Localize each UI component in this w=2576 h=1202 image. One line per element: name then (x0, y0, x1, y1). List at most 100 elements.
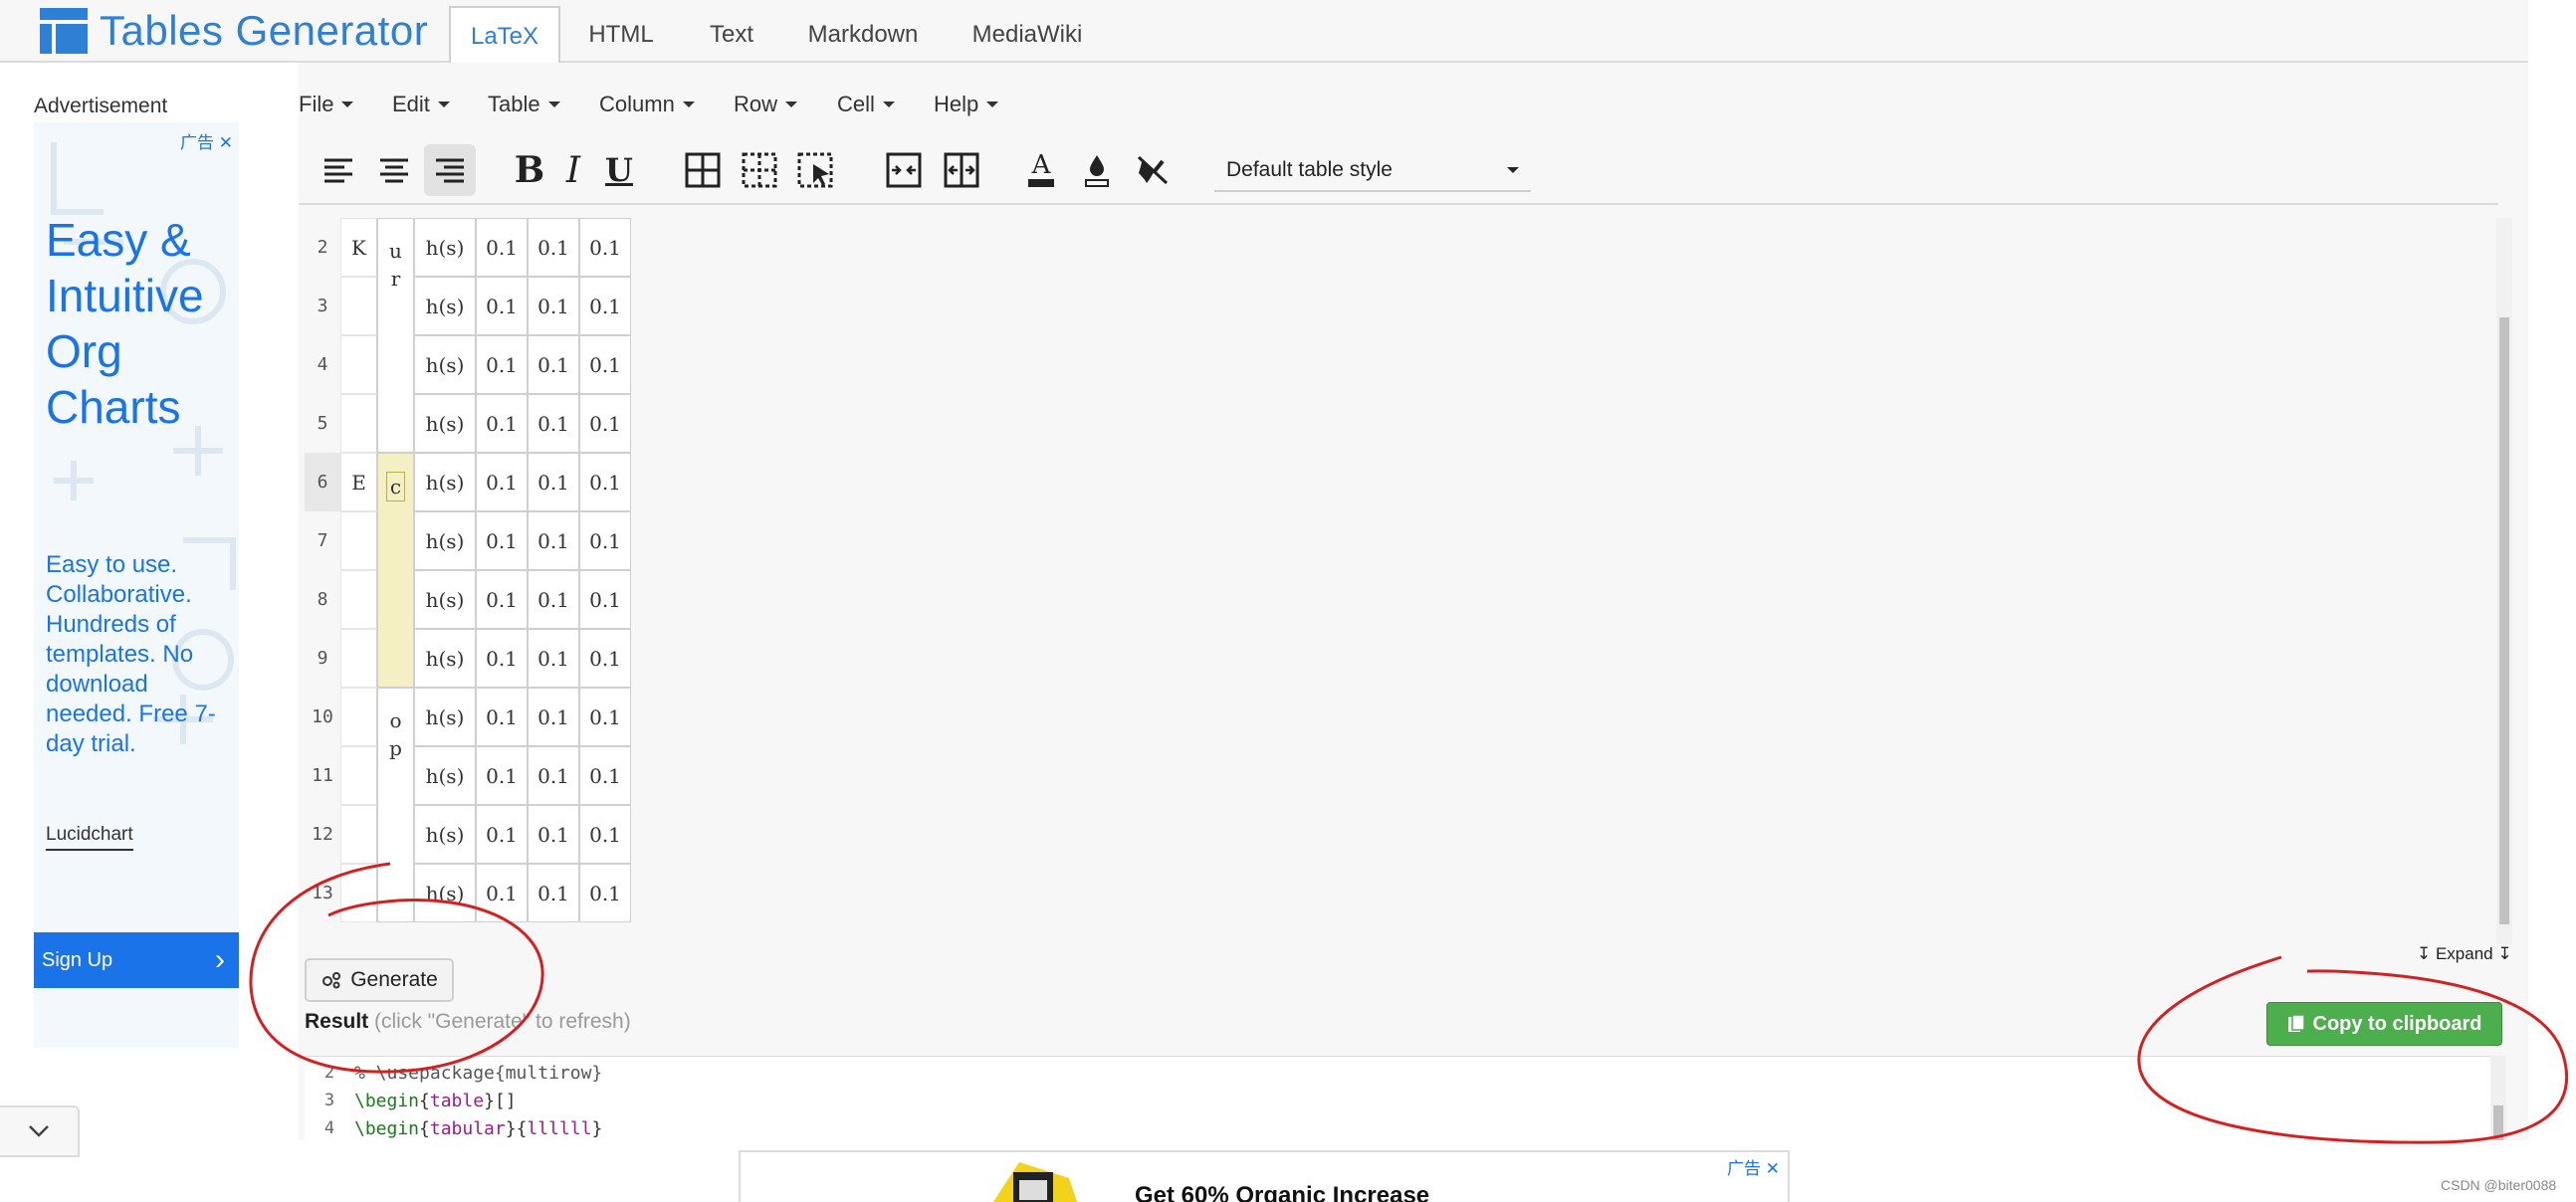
table-cell[interactable] (340, 629, 377, 688)
table-cell[interactable]: 0.1 (579, 570, 631, 629)
table-cell[interactable]: 0.1 (528, 218, 579, 277)
table-cell[interactable] (340, 864, 377, 922)
table-cell[interactable]: E (340, 453, 377, 511)
table-cell[interactable]: 0.1 (476, 277, 528, 335)
row-number[interactable]: 12 (305, 805, 340, 864)
row-number[interactable]: 5 (305, 394, 340, 453)
table-cell[interactable]: 0.1 (476, 570, 528, 629)
table-cell[interactable]: 0.1 (476, 511, 528, 570)
collapse-toggle[interactable] (0, 1105, 80, 1157)
align-left-icon[interactable] (313, 144, 364, 196)
table-cell[interactable] (340, 335, 377, 394)
table-cell[interactable]: 0.1 (476, 746, 528, 805)
align-center-icon[interactable] (368, 144, 420, 196)
italic-icon[interactable]: I (547, 144, 599, 196)
menu-table[interactable]: Table (488, 85, 599, 124)
table-cell[interactable]: h(s) (414, 629, 476, 688)
ad-close-icon[interactable]: 广告 ✕ (1727, 1154, 1780, 1179)
table-editor[interactable]: 2 3 4 5 6 7 8 9 10 11 12 13 Ku r h(s) 0.1 0.1 0.1 h(s) 0.… (305, 218, 2512, 944)
split-cells-icon[interactable] (936, 144, 987, 196)
table-cell[interactable] (340, 394, 377, 453)
table-cell[interactable]: c (377, 453, 414, 688)
table-cell[interactable]: 0.1 (579, 394, 631, 453)
all-borders-icon[interactable] (677, 144, 729, 196)
table-cell[interactable] (340, 511, 377, 570)
table-cell[interactable]: h(s) (414, 394, 476, 453)
menu-help[interactable]: Help (934, 85, 1023, 124)
tab-latex[interactable]: LaTeX (449, 6, 560, 66)
tab-html[interactable]: HTML (569, 6, 673, 63)
table-cell[interactable]: 0.1 (476, 864, 528, 922)
table-cell[interactable]: 0.1 (528, 629, 579, 688)
row-number[interactable]: 11 (305, 746, 340, 805)
ad-signup-button[interactable]: Sign Up › (34, 932, 239, 988)
table-cell[interactable]: 0.1 (579, 629, 631, 688)
table-cell[interactable]: 0.1 (476, 453, 528, 511)
table-cell[interactable]: h(s) (414, 511, 476, 570)
bottom-ad[interactable]: Get 60% Organic Increase 广告 ✕ (739, 1150, 1790, 1202)
menu-row[interactable]: Row (734, 85, 837, 124)
table-cell[interactable] (340, 805, 377, 864)
row-number[interactable]: 9 (305, 629, 340, 688)
menu-column[interactable]: Column (599, 85, 734, 124)
table-cell[interactable]: h(s) (414, 805, 476, 864)
table-cell[interactable]: 0.1 (528, 688, 579, 746)
table-cell[interactable]: 0.1 (528, 746, 579, 805)
tab-mediawiki[interactable]: MediaWiki (956, 6, 1099, 63)
ad-close-icon[interactable]: 广告 ✕ (180, 128, 233, 153)
latex-output-code[interactable]: 2% \usepackage{multirow} 3 \begin{table}[]… (305, 1056, 2498, 1140)
copy-to-clipboard-button[interactable]: Copy to clipboard (2266, 1002, 2502, 1046)
table-cell[interactable]: 0.1 (528, 394, 579, 453)
merge-cells-icon[interactable] (878, 144, 930, 196)
table-cell[interactable]: 0.1 (579, 335, 631, 394)
table-cell[interactable]: 0.1 (476, 629, 528, 688)
table-cell[interactable]: h(s) (414, 277, 476, 335)
row-number[interactable]: 6 (305, 453, 340, 511)
row-number[interactable]: 7 (305, 511, 340, 570)
table-cell[interactable]: 0.1 (579, 805, 631, 864)
table-cell[interactable]: 0.1 (476, 335, 528, 394)
dashed-borders-icon[interactable] (734, 144, 785, 196)
table-cell[interactable]: 0.1 (579, 746, 631, 805)
table-cell[interactable]: 0.1 (528, 335, 579, 394)
tab-markdown[interactable]: Markdown (796, 6, 930, 63)
table-cell[interactable]: h(s) (414, 746, 476, 805)
table-style-select[interactable]: Default table style (1214, 150, 1531, 192)
tab-text[interactable]: Text (687, 6, 776, 63)
code-scrollbar[interactable] (2490, 1056, 2506, 1140)
table-cell[interactable]: K (340, 218, 377, 277)
table-cell[interactable]: 0.1 (528, 277, 579, 335)
table-cell[interactable]: h(s) (414, 218, 476, 277)
select-borders-icon[interactable] (790, 144, 842, 196)
ad-brand-link[interactable]: Lucidchart (46, 824, 133, 851)
table-cell[interactable]: 0.1 (528, 805, 579, 864)
table-cell[interactable]: 0.1 (528, 864, 579, 922)
table-cell[interactable]: 0.1 (579, 277, 631, 335)
menu-cell[interactable]: Cell (837, 85, 934, 124)
table-cell[interactable]: h(s) (414, 688, 476, 746)
row-number[interactable]: 4 (305, 335, 340, 394)
table-cell[interactable] (340, 570, 377, 629)
table-cell[interactable]: o p (377, 688, 414, 922)
menu-file[interactable]: File (299, 85, 392, 124)
table-cell[interactable]: h(s) (414, 453, 476, 511)
expand-toggle[interactable]: ↧ Expand ↧ (2417, 944, 2512, 964)
table-cell[interactable]: 0.1 (476, 394, 528, 453)
logo[interactable]: Tables Generator (40, 7, 428, 55)
table-cell[interactable]: 0.1 (579, 688, 631, 746)
table-cell[interactable]: 0.1 (579, 453, 631, 511)
clear-format-icon[interactable] (1127, 144, 1179, 196)
table-cell[interactable]: u r (377, 218, 414, 453)
editor-scrollbar[interactable] (2496, 218, 2512, 944)
row-number[interactable]: 8 (305, 570, 340, 629)
row-number[interactable]: 10 (305, 688, 340, 746)
table-cell[interactable]: 0.1 (476, 688, 528, 746)
row-number[interactable]: 13 (305, 864, 340, 922)
table-cell[interactable]: 0.1 (528, 511, 579, 570)
sidebar-ad[interactable]: 广告 ✕ Easy & Intuitive Org Charts Easy to… (34, 122, 239, 1048)
table-cell[interactable]: h(s) (414, 864, 476, 922)
table-cell[interactable]: 0.1 (476, 805, 528, 864)
table-cell[interactable]: 0.1 (579, 218, 631, 277)
text-color-icon[interactable]: A (1015, 144, 1067, 196)
generate-button[interactable]: Generate (305, 958, 454, 1002)
